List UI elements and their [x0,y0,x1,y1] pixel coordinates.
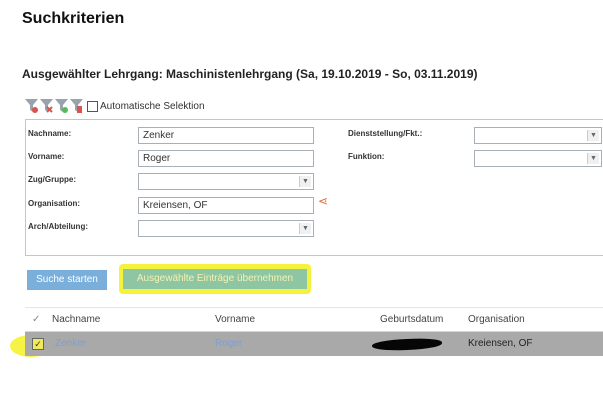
row-organisation: Kreiensen, OF [468,338,533,349]
abteilung-label: Arch/Abteilung: [28,222,88,231]
page-title: Suchkriterien [22,10,125,27]
column-organisation[interactable]: Organisation [468,314,525,325]
table-row[interactable]: ✓ Zenker Roger Kreiensen, OF [25,332,603,356]
dienststellung-select[interactable]: ▼ [474,127,602,144]
auto-selection-checkbox[interactable] [87,100,98,112]
abteilung-select[interactable]: ▼ [138,220,314,237]
nachname-label: Nachname: [28,129,72,138]
funktion-label: Funktion: [348,152,385,161]
grid-header: ✓ Nachname Vorname Geburtsdatum Organisa… [25,307,603,332]
zug-gruppe-label: Zug/Gruppe: [28,175,76,184]
zug-gruppe-select[interactable]: ▼ [138,173,314,190]
row-nachname-link[interactable]: Zenker [55,338,86,349]
apply-highlight: Ausgewählte Einträge übernehmen [119,264,311,294]
filter-remove-icon[interactable] [40,98,53,114]
organisation-label: Organisation: [28,199,81,208]
dienststellung-label: Dienststellung/Fkt.: [348,129,423,138]
share-icon[interactable]: ⋖ [318,194,328,208]
chevron-down-icon[interactable]: ▼ [587,153,599,164]
apply-selected-button[interactable]: Ausgewählte Einträge übernehmen [123,269,307,289]
organisation-field[interactable]: Kreiensen, OF [138,197,314,214]
chevron-down-icon[interactable]: ▼ [587,130,599,141]
column-vorname[interactable]: Vorname [215,314,255,325]
filter-toolbar: Automatische Selektion [25,96,205,116]
row-vorname-link[interactable]: Roger [215,338,242,349]
vorname-field[interactable]: Roger [138,150,314,167]
auto-selection-label: Automatische Selektion [100,100,205,112]
search-button[interactable]: Suche starten [27,270,107,290]
nachname-field[interactable]: Zenker [138,127,314,144]
vorname-label: Vorname: [28,152,65,161]
chevron-down-icon[interactable]: ▼ [299,223,311,234]
filter-add-icon[interactable] [55,98,68,114]
column-nachname[interactable]: Nachname [52,314,100,325]
course-heading: Ausgewählter Lehrgang: Maschinistenlehrg… [22,67,478,81]
column-geburtsdatum[interactable]: Geburtsdatum [380,314,443,325]
filter-icon[interactable] [25,98,38,114]
filter-clear-icon[interactable] [70,98,83,114]
row-checkbox[interactable]: ✓ [32,338,44,350]
search-form: Nachname: Zenker Vorname: Roger Zug/Grup… [25,119,603,256]
select-all-checkmark-icon[interactable]: ✓ [32,314,40,325]
chevron-down-icon[interactable]: ▼ [299,176,311,187]
funktion-select[interactable]: ▼ [474,150,602,167]
